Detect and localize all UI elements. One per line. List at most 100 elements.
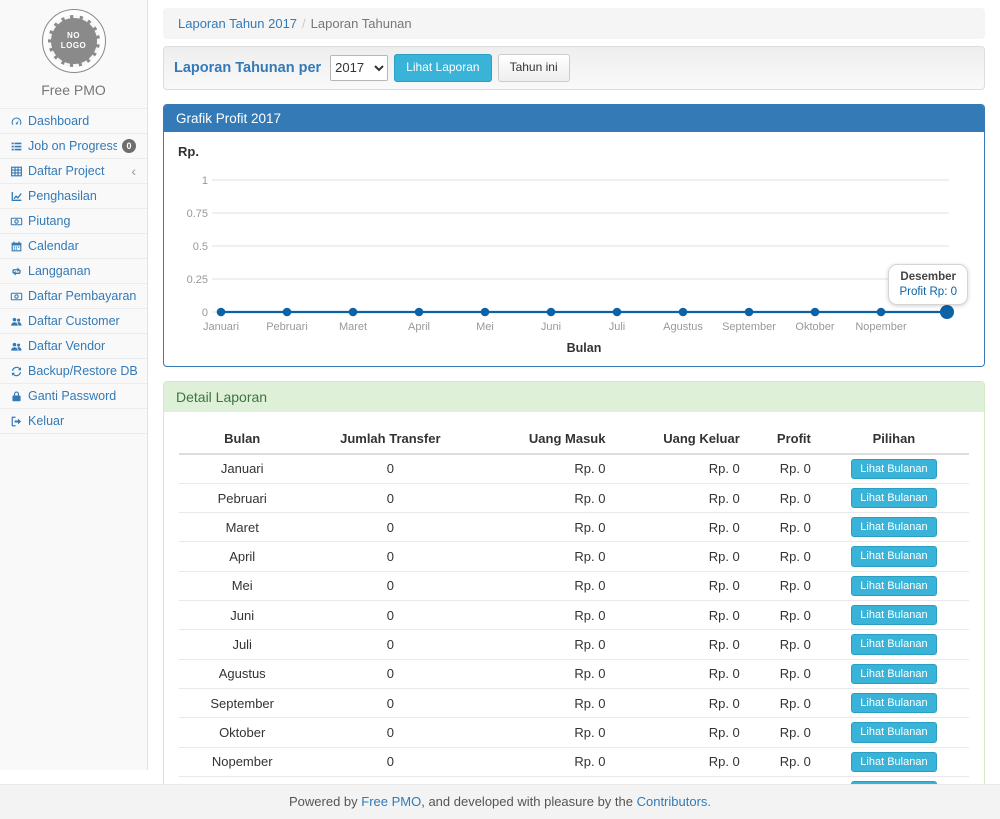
cell-profit: Rp. 0 <box>748 571 819 600</box>
breadcrumb-link-laporan-tahun[interactable]: Laporan Tahun 2017 <box>178 16 297 31</box>
sidebar-item-penghasilan[interactable]: Penghasilan <box>0 184 147 209</box>
svg-text:September: September <box>722 321 776 333</box>
column-header-pilihan: Pilihan <box>819 424 969 454</box>
sidebar-item-daftar-vendor[interactable]: Daftar Vendor <box>0 334 147 359</box>
main-content: Laporan Tahun 2017/Laporan Tahunan Lapor… <box>148 0 1000 770</box>
lihat-bulanan-button[interactable]: Lihat Bulanan <box>851 664 936 684</box>
cell-uang_masuk: Rp. 0 <box>475 630 613 659</box>
sidebar-item-piutang[interactable]: Piutang <box>0 209 147 234</box>
logo-text-line1: NO <box>67 31 80 41</box>
chart-tooltip-month: Desember <box>899 271 957 283</box>
cell-pilihan: Lihat Bulanan <box>819 454 969 484</box>
users-icon <box>9 315 23 328</box>
cell-uang_masuk: Rp. 0 <box>475 601 613 630</box>
lihat-bulanan-button[interactable]: Lihat Bulanan <box>851 634 936 654</box>
count-badge: 0 <box>122 139 136 153</box>
cell-profit: Rp. 0 <box>748 601 819 630</box>
lihat-bulanan-button[interactable]: Lihat Bulanan <box>851 693 936 713</box>
cell-bulan: Pebruari <box>179 483 305 512</box>
lihat-bulanan-button[interactable]: Lihat Bulanan <box>851 459 936 479</box>
cell-uang_keluar: Rp. 0 <box>613 659 747 688</box>
sign-out-icon <box>9 415 23 428</box>
lihat-bulanan-button[interactable]: Lihat Bulanan <box>851 517 936 537</box>
cell-uang_masuk: Rp. 0 <box>475 688 613 717</box>
sidebar-item-label: Ganti Password <box>28 389 141 403</box>
cell-jumlah_transfer: 0 <box>305 571 475 600</box>
sidebar-item-label: Daftar Pembayaran <box>28 289 141 303</box>
lihat-bulanan-button[interactable]: Lihat Bulanan <box>851 752 936 772</box>
footer-contributors-link[interactable]: Contributors. <box>637 794 711 809</box>
sidebar-item-ganti-password[interactable]: Ganti Password <box>0 384 147 409</box>
svg-text:Maret: Maret <box>339 321 367 333</box>
detail-panel-body: BulanJumlah TransferUang MasukUang Kelua… <box>164 412 984 819</box>
cell-pilihan: Lihat Bulanan <box>819 601 969 630</box>
sidebar-item-label: Backup/Restore DB <box>28 364 141 378</box>
lihat-laporan-button[interactable]: Lihat Laporan <box>394 54 491 82</box>
sidebar-item-label: Dashboard <box>28 114 141 128</box>
cell-uang_masuk: Rp. 0 <box>475 659 613 688</box>
cell-uang_masuk: Rp. 0 <box>475 454 613 484</box>
sidebar-item-job-on-progress[interactable]: Job on Progress0 <box>0 134 147 159</box>
profit-line-chart[interactable]: Rp.00.250.50.751JanuariPebruariMaretApri… <box>176 140 972 366</box>
lihat-bulanan-button[interactable]: Lihat Bulanan <box>851 576 936 596</box>
cell-pilihan: Lihat Bulanan <box>819 542 969 571</box>
calendar-icon <box>9 240 23 253</box>
svg-text:Pebruari: Pebruari <box>266 321 308 333</box>
lihat-bulanan-button[interactable]: Lihat Bulanan <box>851 488 936 508</box>
lihat-bulanan-button[interactable]: Lihat Bulanan <box>851 546 936 566</box>
logo-text-line2: LOGO <box>61 41 87 51</box>
dashboard-icon <box>9 115 23 128</box>
lock-icon <box>9 390 23 403</box>
cell-bulan: Oktober <box>179 718 305 747</box>
cell-uang_masuk: Rp. 0 <box>475 542 613 571</box>
brand-name: Free PMO <box>0 82 147 98</box>
detail-panel-title: Detail Laporan <box>164 382 984 412</box>
cell-jumlah_transfer: 0 <box>305 688 475 717</box>
cell-bulan: Januari <box>179 454 305 484</box>
cell-uang_keluar: Rp. 0 <box>613 718 747 747</box>
sidebar-item-daftar-pembayaran[interactable]: Daftar Pembayaran <box>0 284 147 309</box>
cell-pilihan: Lihat Bulanan <box>819 513 969 542</box>
cell-jumlah_transfer: 0 <box>305 542 475 571</box>
year-filter-panel: Laporan Tahunan per 2017 Lihat Laporan T… <box>163 46 985 90</box>
cell-uang_keluar: Rp. 0 <box>613 571 747 600</box>
sidebar-item-daftar-project[interactable]: Daftar Project‹ <box>0 159 147 184</box>
sidebar-item-langganan[interactable]: Langganan <box>0 259 147 284</box>
lihat-bulanan-button[interactable]: Lihat Bulanan <box>851 605 936 625</box>
users-icon <box>9 340 23 353</box>
sidebar-item-daftar-customer[interactable]: Daftar Customer <box>0 309 147 334</box>
cell-profit: Rp. 0 <box>748 542 819 571</box>
sidebar-item-label: Calendar <box>28 239 141 253</box>
table-row: Pebruari0Rp. 0Rp. 0Rp. 0Lihat Bulanan <box>179 483 969 512</box>
sidebar-item-label: Daftar Vendor <box>28 339 141 353</box>
table-row: Oktober0Rp. 0Rp. 0Rp. 0Lihat Bulanan <box>179 718 969 747</box>
svg-text:0.25: 0.25 <box>187 274 208 286</box>
table-row: Juni0Rp. 0Rp. 0Rp. 0Lihat Bulanan <box>179 601 969 630</box>
sidebar-item-keluar[interactable]: Keluar <box>0 409 147 434</box>
detail-laporan-panel: Detail Laporan BulanJumlah TransferUang … <box>163 381 985 819</box>
cell-jumlah_transfer: 0 <box>305 659 475 688</box>
sidebar-item-dashboard[interactable]: Dashboard <box>0 109 147 134</box>
sidebar-item-calendar[interactable]: Calendar <box>0 234 147 259</box>
tahun-ini-button[interactable]: Tahun ini <box>498 54 570 82</box>
column-header-bulan: Bulan <box>179 424 305 454</box>
cell-uang_masuk: Rp. 0 <box>475 718 613 747</box>
cell-pilihan: Lihat Bulanan <box>819 659 969 688</box>
cell-bulan: Juli <box>179 630 305 659</box>
cell-uang_masuk: Rp. 0 <box>475 483 613 512</box>
cell-jumlah_transfer: 0 <box>305 630 475 659</box>
sidebar-item-backup-restore-db[interactable]: Backup/Restore DB <box>0 359 147 384</box>
cell-jumlah_transfer: 0 <box>305 454 475 484</box>
svg-text:0.5: 0.5 <box>193 241 208 253</box>
cell-uang_keluar: Rp. 0 <box>613 542 747 571</box>
year-select[interactable]: 2017 <box>330 55 388 81</box>
chart-tooltip: Desember Profit Rp: 0 <box>888 264 968 305</box>
tasks-icon <box>9 140 23 153</box>
cell-uang_masuk: Rp. 0 <box>475 571 613 600</box>
svg-text:Rp.: Rp. <box>178 144 199 159</box>
cell-bulan: Mei <box>179 571 305 600</box>
lihat-bulanan-button[interactable]: Lihat Bulanan <box>851 722 936 742</box>
cell-pilihan: Lihat Bulanan <box>819 483 969 512</box>
footer-freepmo-link[interactable]: Free PMO <box>361 794 421 809</box>
footer-middle-text: , and developed with pleasure by the <box>421 794 636 809</box>
